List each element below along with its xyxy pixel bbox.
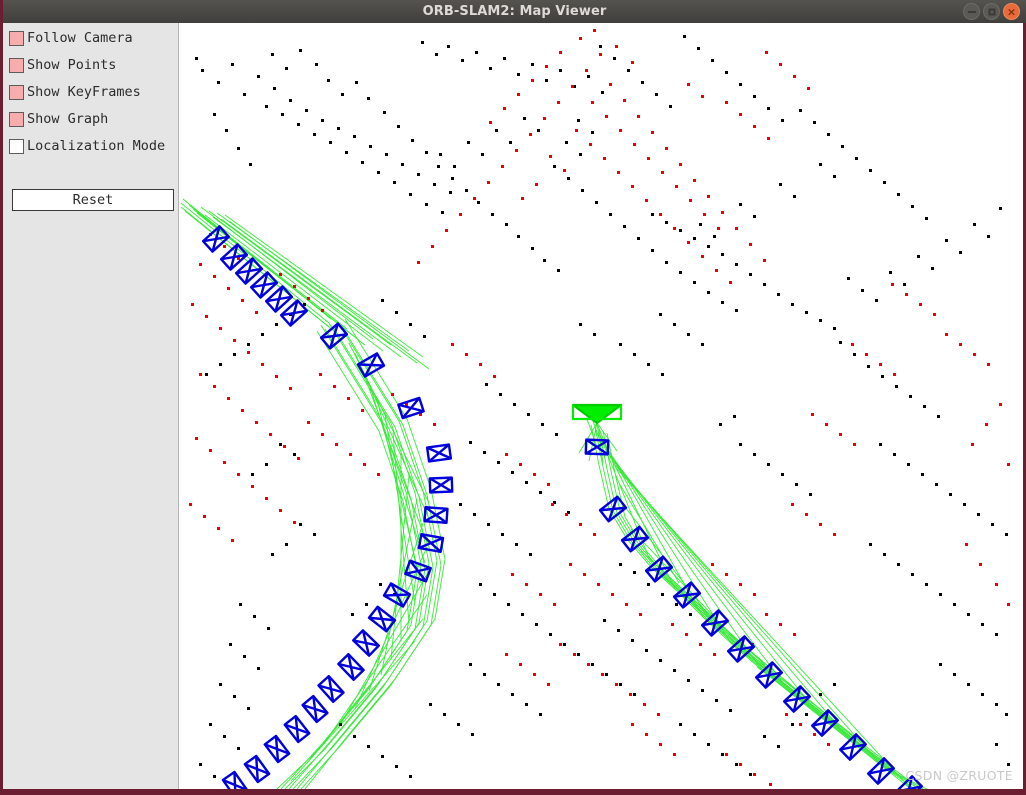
checkbox-show-graph[interactable]: Show Graph [9,110,108,129]
checkbox-icon[interactable] [9,139,24,154]
reset-button[interactable]: Reset [12,189,174,211]
window-title: ORB-SLAM2: Map Viewer [422,4,607,19]
checkbox-icon[interactable] [9,112,24,127]
application-window: ORB-SLAM2: Map Viewer × Follow Camera Sh… [0,0,1026,795]
map-viewport[interactable]: CSDN @ZRUOTE [179,23,1023,789]
checkbox-show-keyframes[interactable]: Show KeyFrames [9,83,141,102]
checkbox-label: Show KeyFrames [27,83,141,100]
covisibility-graph [180,198,928,789]
close-button[interactable]: × [1003,3,1020,20]
control-panel: Follow Camera Show Points Show KeyFrames… [3,23,179,789]
checkbox-icon[interactable] [9,31,24,46]
maximize-icon [988,8,995,15]
checkbox-show-points[interactable]: Show Points [9,56,116,75]
checkbox-label: Localization Mode [27,137,166,154]
checkbox-icon[interactable] [9,85,24,100]
client-area: Follow Camera Show Points Show KeyFrames… [3,23,1023,789]
checkbox-follow-camera[interactable]: Follow Camera [9,29,133,48]
current-camera [571,403,623,425]
minimize-icon [967,10,976,13]
checkbox-icon[interactable] [9,58,24,73]
close-icon: × [1006,5,1017,18]
checkbox-label: Show Graph [27,110,109,127]
checkbox-label: Follow Camera [27,29,133,46]
maximize-button[interactable] [983,3,1000,20]
checkbox-localization-mode[interactable]: Localization Mode [9,137,165,156]
checkbox-label: Show Points [27,56,117,73]
window-controls: × [963,3,1020,20]
map-canvas[interactable] [179,23,1023,789]
minimize-button[interactable] [963,3,980,20]
title-bar[interactable]: ORB-SLAM2: Map Viewer × [3,0,1026,23]
